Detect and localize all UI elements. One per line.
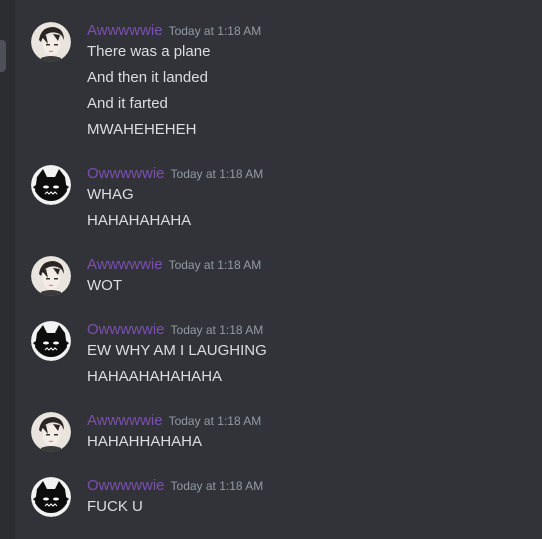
message-text: HAHAHAHAHA — [87, 212, 192, 229]
username[interactable]: Awwwwwie — [87, 256, 163, 273]
message-header: Owwwwwie Today at 1:18 AM — [87, 165, 263, 185]
timestamp: Today at 1:18 AM — [168, 414, 262, 428]
timestamp: Today at 1:18 AM — [170, 323, 264, 337]
username[interactable]: Owwwwwie — [87, 165, 165, 182]
server-list-strip — [0, 0, 15, 539]
timestamp: Today at 1:18 AM — [168, 258, 262, 272]
timestamp: Today at 1:18 AM — [170, 167, 264, 181]
message-header: Awwwwwie Today at 1:18 AM — [87, 22, 261, 42]
message-text: HAHAAHAHAHAHA — [87, 368, 223, 385]
scroll-indicator[interactable] — [0, 40, 6, 72]
anime-boy-avatar[interactable] — [31, 412, 71, 452]
timestamp: Today at 1:18 AM — [170, 479, 264, 493]
message-text: WHAG — [87, 186, 134, 203]
anime-boy-avatar[interactable] — [31, 256, 71, 296]
black-creature-avatar[interactable] — [31, 477, 71, 517]
message-text: There was a plane — [87, 43, 211, 60]
message-text: WOT — [87, 277, 122, 294]
message-header: Owwwwwie Today at 1:18 AM — [87, 321, 263, 341]
black-creature-avatar[interactable] — [31, 165, 71, 205]
message-text: FUCK U — [87, 498, 143, 515]
username[interactable]: Owwwwwie — [87, 477, 165, 494]
username[interactable]: Awwwwwie — [87, 412, 163, 429]
username[interactable]: Awwwwwie — [87, 22, 163, 39]
black-creature-avatar[interactable] — [31, 321, 71, 361]
username[interactable]: Owwwwwie — [87, 321, 165, 338]
message-header: Owwwwwie Today at 1:18 AM — [87, 477, 263, 497]
message-text: EW WHY AM I LAUGHING — [87, 342, 267, 359]
message-text: And it farted — [87, 95, 168, 112]
anime-boy-avatar[interactable] — [31, 22, 71, 62]
message-text: MWAHEHEHEH — [87, 121, 197, 138]
message-header: Awwwwwie Today at 1:18 AM — [87, 256, 261, 276]
timestamp: Today at 1:18 AM — [168, 24, 262, 38]
message-text: And then it landed — [87, 69, 208, 86]
message-header: Awwwwwie Today at 1:18 AM — [87, 412, 261, 432]
message-text: HAHAHHAHAHA — [87, 433, 203, 450]
message-list: Awwwwwie Today at 1:18 AM There was a pla… — [15, 0, 542, 539]
